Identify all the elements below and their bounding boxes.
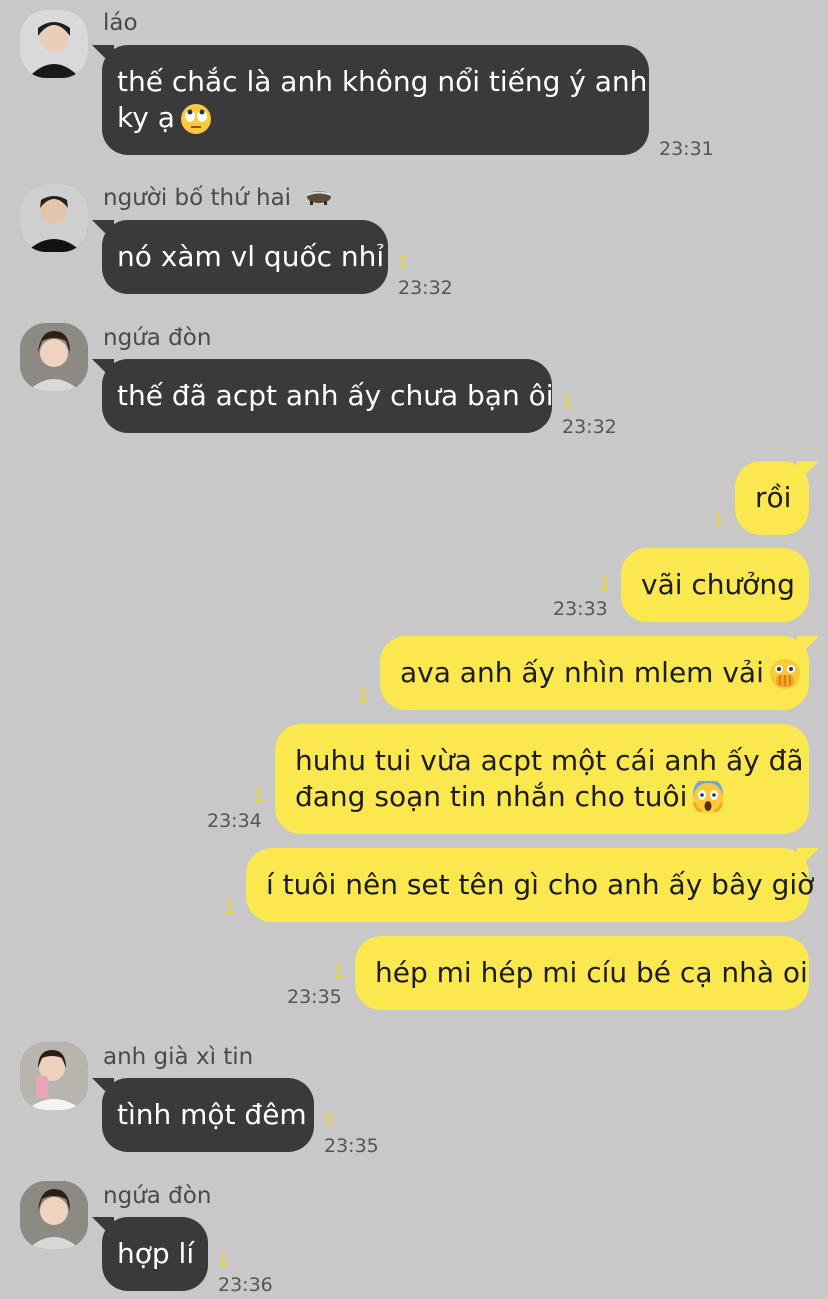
bubble-tail [92,359,114,381]
unread-count: 1 [599,574,610,594]
avatar[interactable] [20,1181,88,1249]
face-screaming-in-fear-icon [691,781,725,815]
sender-name: láo [103,10,138,36]
message-time: 23:32 [398,277,453,299]
message-text: tình một đêm [117,1098,307,1131]
message-bubble[interactable]: huhu tui vừa acpt một cái anh ấy đã đang… [275,724,809,834]
message-time: 23:34 [207,810,262,832]
message-text: hép mi hép mi cíu bé cạ nhà oi [375,956,808,989]
bubble-tail [92,1078,114,1100]
message-time: 23:31 [659,138,714,160]
message-bubble[interactable]: hợp lí [92,1217,208,1291]
unread-count: 1 [253,786,264,806]
message-bubble[interactable]: thế đã acpt anh ấy chưa bạn ôi [92,359,554,433]
sender-name: anh già xì tin [103,1044,254,1070]
message-text: huhu tui vừa acpt một cái anh ấy đã [295,744,804,777]
bubble-tail [797,848,819,870]
unread-count: 1 [398,253,409,273]
message-bubble[interactable]: rồi [735,461,819,535]
unread-count: 1 [358,686,369,706]
bubble-tail [797,461,819,483]
unread-count: 1 [562,392,573,412]
message-time: 23:32 [562,416,617,438]
unread-count: 1 [333,962,344,982]
face-with-open-eyes-and-hand-over-mouth-icon [768,657,802,691]
unread-count: 1 [224,898,235,918]
avatar[interactable] [20,184,88,252]
message-text: thế chắc là anh không nổi tiếng ý anh [117,65,648,98]
message-text: đang soạn tin nhắn cho tuôi [295,780,688,813]
sender-name: ngứa đòn [103,1183,212,1209]
message-bubble[interactable]: vãi chưởng [621,548,809,622]
avatar[interactable] [20,323,88,391]
message-bubble[interactable]: tình một đêm [92,1078,314,1152]
sender-name: ngứa đòn [103,325,212,351]
message-time: 23:36 [218,1274,273,1296]
message-bubble[interactable]: í tuôi nên set tên gì cho anh ấy bây giờ [246,848,819,922]
message-text: nó xàm vl quốc nhỉ [117,240,385,273]
face-with-rolling-eyes-icon [179,102,213,136]
message-text: rồi [755,481,792,514]
sender-name-text: người bố thứ hai [103,185,292,211]
message-text: ky ạ [117,101,175,134]
message-time: 23:35 [324,1135,379,1157]
message-text: thế đã acpt anh ấy chưa bạn ôi [117,379,554,412]
bubble-tail [92,45,114,67]
message-time: 23:35 [287,986,342,1008]
message-bubble[interactable]: thế chắc là anh không nổi tiếng ý anh ky… [92,45,649,155]
message-bubble[interactable]: ava anh ấy nhìn mlem vải [380,636,819,710]
avatar[interactable] [20,10,88,78]
message-bubble[interactable]: hép mi hép mi cíu bé cạ nhà oi [355,936,809,1010]
bubble-tail [92,220,114,242]
message-text: í tuôi nên set tên gì cho anh ấy bây giờ [266,868,815,901]
unread-count: 1 [713,511,724,531]
message-text: hợp lí [117,1237,195,1270]
bubble-tail [797,636,819,658]
unread-count: 1 [218,1250,229,1270]
message-time: 23:33 [553,598,608,620]
badger-icon [304,186,334,212]
bubble-tail [92,1217,114,1239]
message-bubble[interactable]: nó xàm vl quốc nhỉ [92,220,388,294]
sender-name: người bố thứ hai [103,185,334,212]
message-text: vãi chưởng [641,568,795,601]
message-text: ava anh ấy nhìn mlem vải [400,656,764,689]
avatar[interactable] [20,1042,88,1110]
unread-count: 1 [324,1111,335,1131]
